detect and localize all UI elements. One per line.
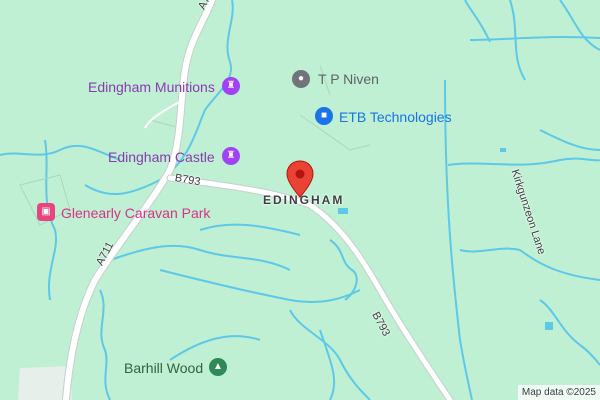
castle-icon[interactable]: ♜ <box>222 77 240 95</box>
map-canvas[interactable]: A711 A711 B793 B793 Kirkgunzeon Lane Edi… <box>0 0 600 400</box>
poi-edingham-castle-label[interactable]: Edingham Castle <box>108 149 215 165</box>
bed-icon[interactable]: ▣ <box>37 203 55 221</box>
map-pin-icon[interactable] <box>286 160 314 198</box>
shopping-bag-icon[interactable]: ■ <box>315 107 333 125</box>
pond-small <box>500 148 506 152</box>
poi-glenearly-caravan-park-label[interactable]: Glenearly Caravan Park <box>61 205 210 221</box>
pond <box>545 322 553 330</box>
poi-etb-technologies-label[interactable]: ETB Technologies <box>339 109 452 125</box>
place-icon[interactable]: ● <box>292 70 310 88</box>
pond-town <box>338 208 348 214</box>
map-attribution: Map data ©2025 <box>517 385 600 400</box>
poi-edingham-munitions-label[interactable]: Edingham Munitions <box>88 79 215 95</box>
poi-barhill-wood-label[interactable]: Barhill Wood <box>124 360 203 376</box>
road-a711 <box>62 0 216 400</box>
poi-tp-niven-label[interactable]: T P Niven <box>318 71 379 87</box>
castle-icon[interactable]: ♜ <box>222 147 240 165</box>
tree-icon[interactable]: ▲ <box>209 358 227 376</box>
